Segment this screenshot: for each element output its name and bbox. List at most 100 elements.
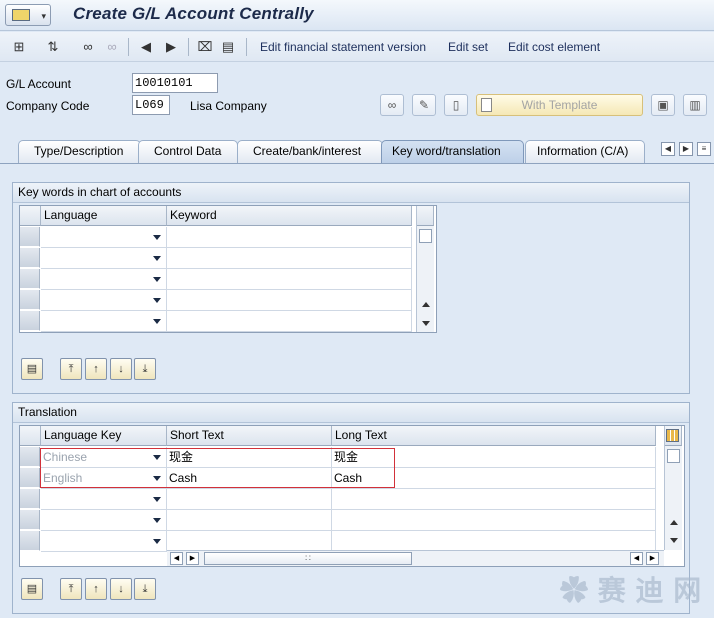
hierarchy-icon[interactable]: ⊞ bbox=[10, 38, 28, 56]
previous-page-button[interactable]: ↑ bbox=[85, 578, 107, 600]
tab-key-word-translation[interactable]: Key word/translation bbox=[381, 140, 524, 163]
keyword-cell[interactable] bbox=[167, 227, 412, 248]
dropdown-arrow-icon[interactable] bbox=[153, 497, 161, 502]
translation-language-cell[interactable] bbox=[41, 510, 167, 531]
dropdown-arrow-icon[interactable] bbox=[153, 539, 161, 544]
previous-icon[interactable]: ◀ bbox=[137, 38, 155, 56]
scroll-right-icon[interactable]: ▶ bbox=[186, 552, 199, 565]
scroll-up-icon[interactable] bbox=[422, 302, 430, 307]
translation-short-text-cell[interactable] bbox=[167, 489, 332, 510]
keyword-cell[interactable] bbox=[167, 311, 412, 332]
translation-language-cell[interactable] bbox=[41, 489, 167, 510]
keywords-col-language[interactable]: Language bbox=[41, 206, 167, 226]
scroll-up-icon[interactable] bbox=[670, 520, 678, 525]
dropdown-arrow-icon[interactable] bbox=[153, 518, 161, 523]
delete-icon[interactable]: ⌧ bbox=[196, 38, 214, 56]
company-code-field[interactable]: L069 bbox=[132, 95, 170, 115]
tab-create-bank-interest[interactable]: Create/bank/interest bbox=[237, 140, 383, 163]
translation-col-short-text[interactable]: Short Text bbox=[167, 426, 332, 446]
delete-trash-button[interactable]: ▥ bbox=[683, 94, 707, 116]
scroll-thumb[interactable] bbox=[667, 449, 680, 463]
translation-long-text-cell[interactable] bbox=[332, 510, 656, 531]
translation-col-language-key[interactable]: Language Key bbox=[41, 426, 167, 446]
dropdown-arrow-icon[interactable] bbox=[153, 455, 161, 460]
translation-language-cell[interactable]: English bbox=[41, 468, 167, 489]
select-block-button[interactable]: ▤ bbox=[21, 358, 43, 380]
glasses-icon[interactable]: ∞ bbox=[79, 38, 97, 56]
keyword-language-cell[interactable] bbox=[41, 227, 167, 248]
dropdown-arrow-icon[interactable] bbox=[153, 235, 161, 240]
row-selector[interactable] bbox=[20, 269, 40, 289]
dropdown-arrow-icon[interactable] bbox=[153, 277, 161, 282]
edit-set-link[interactable]: Edit set bbox=[448, 40, 488, 54]
translation-short-text-cell[interactable] bbox=[167, 531, 332, 552]
translation-horizontal-scrollbar[interactable]: ◀ ▶ ∷ ◀ ▶ bbox=[167, 550, 664, 566]
previous-page-button[interactable]: ↑ bbox=[85, 358, 107, 380]
scroll-left-icon[interactable]: ◀ bbox=[170, 552, 183, 565]
tab-list-icon[interactable]: ≡ bbox=[697, 142, 711, 156]
scroll-thumb[interactable] bbox=[419, 229, 432, 243]
row-selector[interactable] bbox=[20, 447, 40, 467]
translation-long-text-cell[interactable]: Cash bbox=[332, 468, 656, 489]
tab-information-ca[interactable]: Information (C/A) bbox=[525, 140, 645, 163]
translation-short-text-cell[interactable]: 现金 bbox=[167, 447, 332, 468]
system-menu-button[interactable]: ▾ bbox=[5, 4, 51, 26]
scroll-down-icon[interactable] bbox=[670, 538, 678, 543]
last-page-button[interactable]: ⤓ bbox=[134, 578, 156, 600]
edit-pencil-button[interactable]: ✎ bbox=[412, 94, 436, 116]
row-selector[interactable] bbox=[20, 510, 40, 530]
lock-button[interactable]: ▣ bbox=[651, 94, 675, 116]
gl-account-field[interactable]: 10010101 bbox=[132, 73, 218, 93]
keyword-cell[interactable] bbox=[167, 290, 412, 311]
column-config-button[interactable] bbox=[665, 426, 682, 446]
scroll-down-icon[interactable] bbox=[422, 321, 430, 326]
tab-control-data[interactable]: Control Data bbox=[138, 140, 238, 163]
translation-select-all[interactable] bbox=[20, 426, 41, 446]
tab-scroll-left-icon[interactable]: ◀ bbox=[661, 142, 675, 156]
switch-icon[interactable]: ⇅ bbox=[44, 38, 62, 56]
create-document-button[interactable]: ▯ bbox=[444, 94, 468, 116]
document-icon[interactable]: ▤ bbox=[219, 38, 237, 56]
dropdown-arrow-icon[interactable] bbox=[153, 298, 161, 303]
row-selector[interactable] bbox=[20, 531, 40, 551]
with-template-button[interactable]: With Template bbox=[476, 94, 643, 116]
next-icon[interactable]: ▶ bbox=[162, 38, 180, 56]
translation-short-text-cell[interactable]: Cash bbox=[167, 468, 332, 489]
horizontal-scroll-thumb[interactable]: ∷ bbox=[204, 552, 412, 565]
next-page-button[interactable]: ↓ bbox=[110, 578, 132, 600]
translation-language-cell[interactable] bbox=[41, 531, 167, 552]
row-selector[interactable] bbox=[20, 248, 40, 268]
keyword-cell[interactable] bbox=[167, 269, 412, 290]
translation-col-long-text[interactable]: Long Text bbox=[332, 426, 656, 446]
keyword-language-cell[interactable] bbox=[41, 248, 167, 269]
first-page-button[interactable]: ⤒ bbox=[60, 578, 82, 600]
edit-cost-element-link[interactable]: Edit cost element bbox=[508, 40, 600, 54]
keyword-language-cell[interactable] bbox=[41, 311, 167, 332]
row-selector[interactable] bbox=[20, 311, 40, 331]
scroll-right-end-icon[interactable]: ▶ bbox=[646, 552, 659, 565]
display-glasses-button[interactable]: ∞ bbox=[380, 94, 404, 116]
translation-language-cell[interactable]: Chinese bbox=[41, 447, 167, 468]
row-selector[interactable] bbox=[20, 468, 40, 488]
select-block-button[interactable]: ▤ bbox=[21, 578, 43, 600]
dropdown-arrow-icon[interactable] bbox=[153, 256, 161, 261]
keywords-select-all[interactable] bbox=[20, 206, 41, 226]
first-page-button[interactable]: ⤒ bbox=[60, 358, 82, 380]
dropdown-arrow-icon[interactable] bbox=[153, 476, 161, 481]
scroll-left-end-icon[interactable]: ◀ bbox=[630, 552, 643, 565]
translation-long-text-cell[interactable]: 现金 bbox=[332, 447, 656, 468]
row-selector[interactable] bbox=[20, 489, 40, 509]
dropdown-arrow-icon[interactable] bbox=[153, 319, 161, 324]
edit-fs-version-link[interactable]: Edit financial statement version bbox=[260, 40, 426, 54]
translation-vertical-scrollbar[interactable] bbox=[664, 426, 682, 550]
next-page-button[interactable]: ↓ bbox=[110, 358, 132, 380]
tab-scroll-right-icon[interactable]: ▶ bbox=[679, 142, 693, 156]
tab-type-description[interactable]: Type/Description bbox=[18, 140, 141, 163]
row-selector[interactable] bbox=[20, 227, 40, 247]
edit-glasses-icon[interactable]: ∞ bbox=[103, 38, 121, 56]
last-page-button[interactable]: ⤓ bbox=[134, 358, 156, 380]
translation-long-text-cell[interactable] bbox=[332, 531, 656, 552]
keyword-language-cell[interactable] bbox=[41, 269, 167, 290]
translation-long-text-cell[interactable] bbox=[332, 489, 656, 510]
keywords-col-keyword[interactable]: Keyword bbox=[167, 206, 412, 226]
